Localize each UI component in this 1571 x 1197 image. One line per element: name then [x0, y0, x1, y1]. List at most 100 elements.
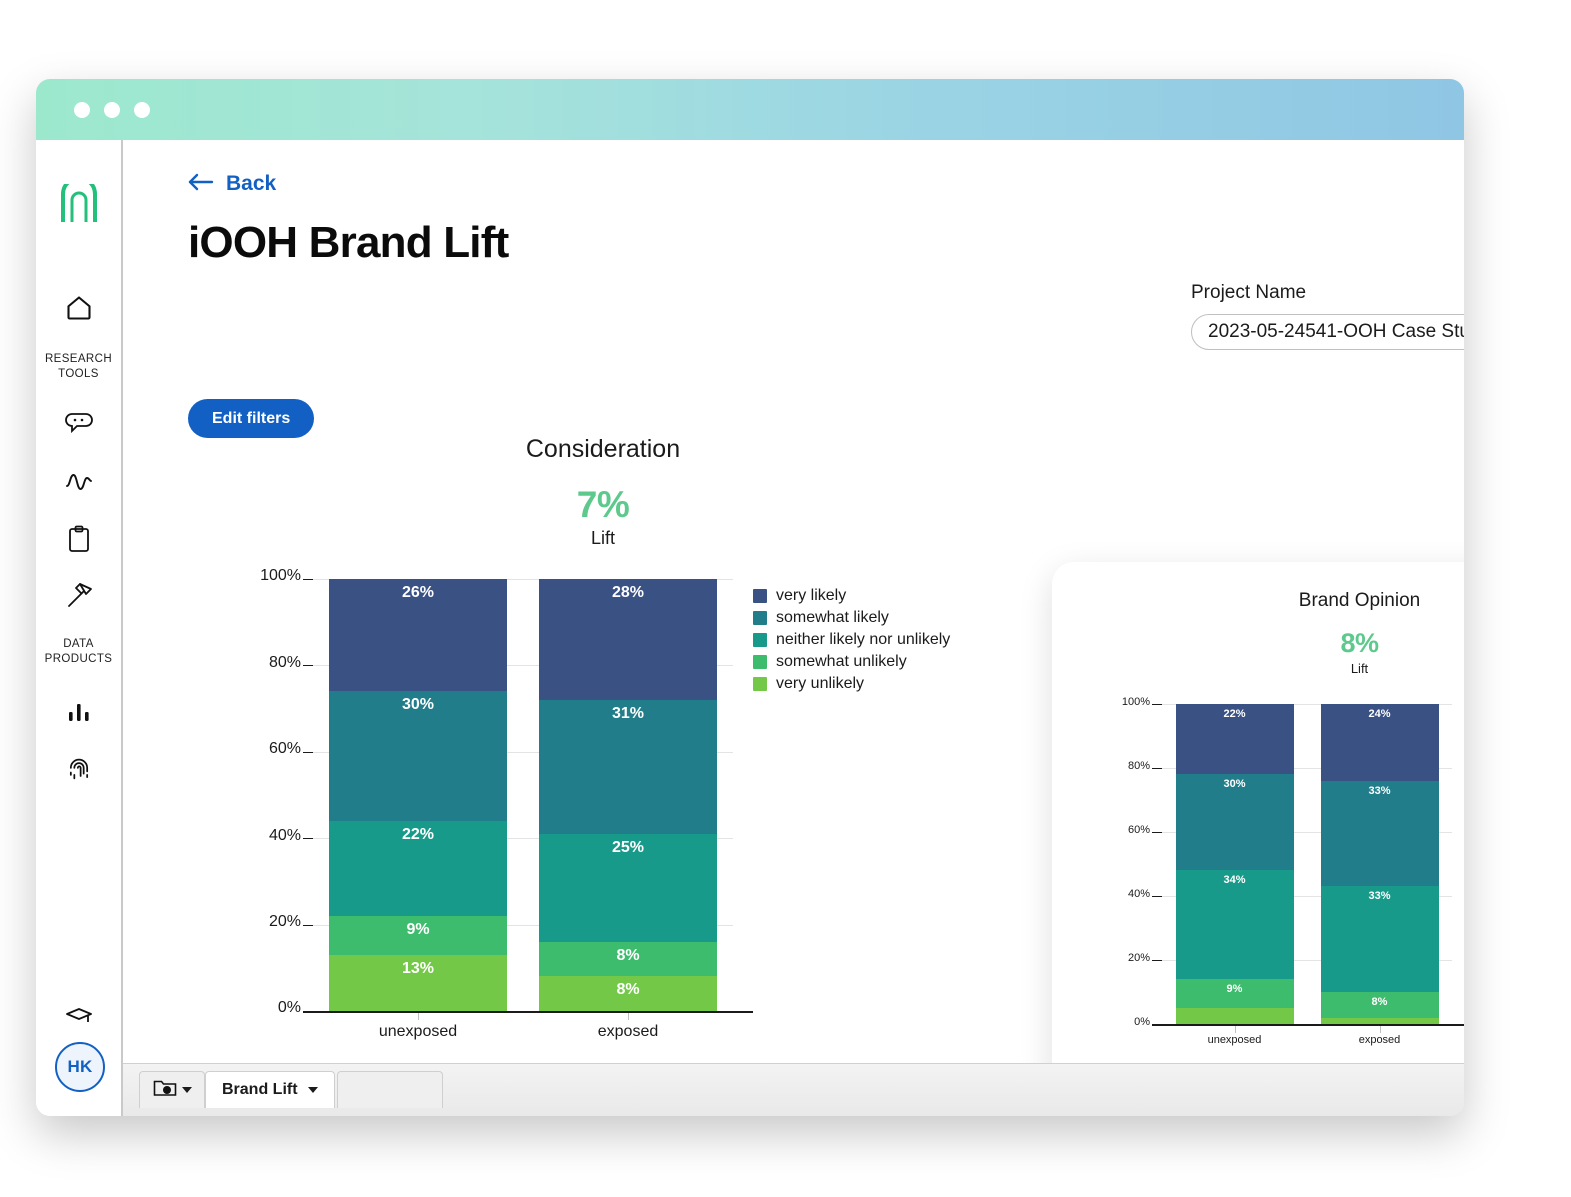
lift-value: 7% [153, 484, 1053, 526]
sidebar-item-fingerprint-icon[interactable] [36, 752, 121, 786]
sidebar-item-home[interactable] [36, 290, 121, 326]
x-axis-tick-mark [628, 1013, 629, 1020]
browser-window: RESEARCH TOOLS [36, 79, 1464, 1116]
stacked-bar-exposed[interactable]: 28%31%25%8%8% [539, 579, 717, 1011]
x-axis-tick-mark [418, 1013, 419, 1020]
x-axis-tick-label: unexposed [1155, 1034, 1315, 1046]
bar-value-label: 22% [402, 821, 434, 916]
bar-segment[interactable] [1321, 1018, 1439, 1024]
y-axis-tick-mark [1152, 704, 1162, 705]
bar-value-label: 33% [1368, 886, 1390, 992]
bar-value-label: 8% [616, 976, 639, 1011]
project-name-input[interactable] [1191, 314, 1464, 350]
plot-area: 0%20%40%60%80%100%26%30%22%9%13%unexpose… [153, 569, 1053, 1039]
legend-label: very unlikely [776, 675, 864, 693]
edit-filters-button[interactable]: Edit filters [188, 399, 314, 438]
y-axis-tick: 40% [243, 827, 301, 845]
legend-item[interactable]: very unlikely [753, 675, 950, 693]
sheet-menu-button[interactable] [139, 1071, 205, 1108]
bar-segment[interactable]: 22% [1176, 704, 1294, 774]
bar-segment[interactable]: 34% [1176, 870, 1294, 979]
bar-segment[interactable]: 13% [329, 955, 507, 1011]
bar-segment[interactable]: 33% [1321, 886, 1439, 992]
chart-title: Consideration [153, 435, 1053, 464]
sidebar-section-research: RESEARCH TOOLS [36, 352, 121, 382]
page-title: iOOH Brand Lift [188, 218, 508, 268]
y-axis-tick-mark [303, 838, 313, 839]
x-axis-line [1152, 1024, 1464, 1026]
bar-segment[interactable]: 9% [1176, 979, 1294, 1008]
legend-item[interactable]: somewhat unlikely [753, 653, 950, 671]
bar-segment[interactable]: 26% [329, 579, 507, 691]
sidebar-item-hammer-icon[interactable] [36, 578, 121, 612]
legend-swatch [753, 655, 767, 669]
sidebar-item-activity-pulse-icon[interactable] [36, 466, 121, 498]
sidebar-item-graduation-cap-icon[interactable] [36, 1000, 121, 1034]
bar-segment[interactable]: 28% [539, 579, 717, 700]
bar-segment[interactable]: 8% [539, 942, 717, 977]
bar-value-label: 26% [402, 579, 434, 691]
y-axis-tick-mark [1152, 832, 1162, 833]
chart-title: Brand Opinion [1052, 590, 1464, 612]
sidebar-item-bar-chart-icon[interactable] [36, 696, 121, 728]
legend-item[interactable]: somewhat likely [753, 609, 950, 627]
y-axis-tick: 0% [243, 999, 301, 1017]
y-axis-tick-mark [303, 579, 313, 580]
minimize-dot[interactable] [104, 102, 120, 118]
bar-segment[interactable]: 8% [539, 976, 717, 1011]
bar-segment[interactable]: 33% [1321, 781, 1439, 887]
sheet-tab-brand-lift[interactable]: Brand Lift [205, 1071, 335, 1108]
bar-segment[interactable]: 8% [1321, 992, 1439, 1018]
y-axis-tick-mark [303, 665, 313, 666]
back-label: Back [226, 172, 276, 196]
bar-value-label: 8% [616, 942, 639, 977]
y-axis-tick: 20% [243, 913, 301, 931]
bar-value-label: 34% [1223, 870, 1245, 979]
back-button[interactable]: Back [188, 172, 276, 196]
legend-swatch [753, 677, 767, 691]
sidebar-item-speech-bubble-icon[interactable] [36, 408, 121, 440]
x-axis-line [303, 1011, 753, 1013]
bar-segment[interactable]: 30% [329, 691, 507, 821]
avatar[interactable]: HK [55, 1042, 105, 1092]
chevron-down-icon [182, 1087, 192, 1093]
y-axis-tick-mark [1152, 896, 1162, 897]
y-axis-tick-mark [1152, 768, 1162, 769]
chart-consideration: Consideration 7% Lift 0%20%40%60%80%100%… [153, 435, 1053, 1039]
brand-opinion-card: Brand Opinion 8% Lift 0%20%40%60%80%100%… [1052, 562, 1464, 1102]
legend-item[interactable]: neither likely nor unlikely [753, 631, 950, 649]
sidebar-item-clipboard-icon[interactable] [36, 522, 121, 556]
y-axis-tick: 20% [1108, 952, 1150, 964]
y-axis-tick-mark [303, 752, 313, 753]
archway-logo-icon[interactable] [36, 182, 121, 226]
bar-value-label: 22% [1223, 704, 1245, 774]
bar-segment[interactable]: 30% [1176, 774, 1294, 870]
stacked-bar-exposed[interactable]: 24%33%33%8% [1321, 704, 1439, 1024]
sheet-tab-label: Brand Lift [222, 1081, 298, 1099]
sidebar-section-data-products: DATA PRODUCTS [36, 637, 121, 667]
bar-segment[interactable]: 31% [539, 700, 717, 834]
lift-value: 8% [1052, 628, 1464, 659]
x-axis-tick-label: unexposed [338, 1023, 498, 1041]
x-axis-tick-label: exposed [1300, 1034, 1460, 1046]
bar-segment[interactable]: 9% [329, 916, 507, 955]
stacked-bar-unexposed[interactable]: 22%30%34%9% [1176, 704, 1294, 1024]
sheet-tab-empty[interactable] [337, 1071, 443, 1108]
stacked-bar-unexposed[interactable]: 26%30%22%9%13% [329, 579, 507, 1011]
bar-value-label: 8% [1372, 992, 1388, 1018]
window-titlebar [36, 79, 1464, 140]
chevron-down-icon [308, 1087, 318, 1093]
maximize-dot[interactable] [134, 102, 150, 118]
bar-value-label: 24% [1368, 704, 1390, 781]
bar-segment[interactable]: 22% [329, 821, 507, 916]
bar-segment[interactable] [1176, 1008, 1294, 1024]
legend-item[interactable]: very likely [753, 587, 950, 605]
bar-value-label: 28% [612, 579, 644, 700]
close-dot[interactable] [74, 102, 90, 118]
x-axis-tick-mark [1235, 1026, 1236, 1033]
bar-segment[interactable]: 24% [1321, 704, 1439, 781]
plot-area: 0%20%40%60%80%100%22%30%34%9%unexposed24… [1052, 696, 1464, 1056]
legend-swatch [753, 589, 767, 603]
bar-segment[interactable]: 25% [539, 834, 717, 942]
bar-value-label: 9% [1227, 979, 1243, 1008]
